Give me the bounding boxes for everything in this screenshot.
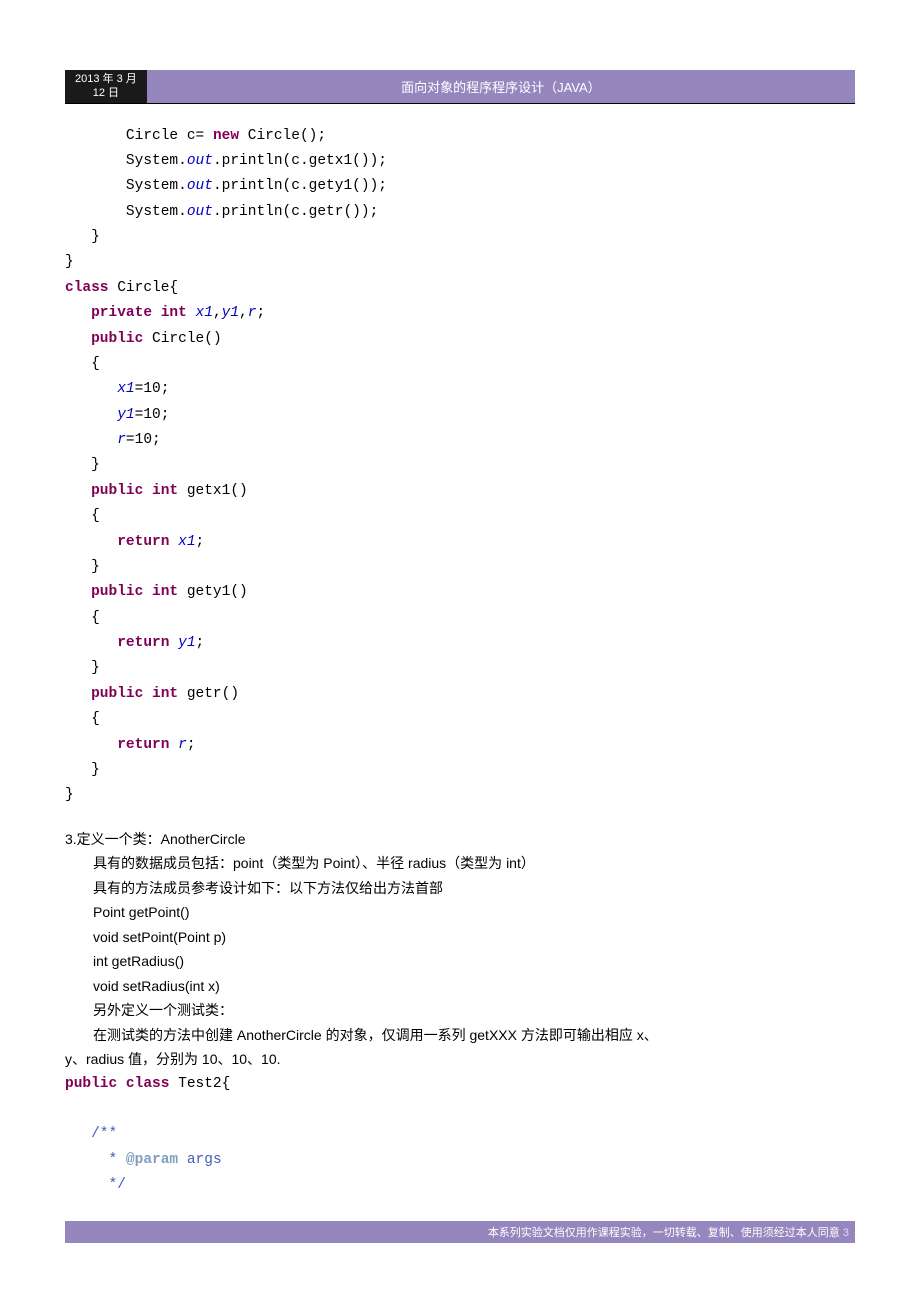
page-footer: 本系列实验文档仅用作课程实验，一切转载、复制、使用须经过本人同意 3 xyxy=(65,1221,855,1243)
problem-description: 3.定义一个类：AnotherCircle 具有的数据成员包括：point（类型… xyxy=(65,827,855,1072)
p6: int getRadius() xyxy=(65,949,855,974)
p9a: 在测试类的方法中创建 AnotherCircle 的对象，仅调用一系列 getX… xyxy=(65,1023,855,1048)
page-header: 2013 年 3 月 12 日 面向对象的程序程序设计（JAVA） xyxy=(65,70,855,104)
p5: void setPoint(Point p) xyxy=(65,925,855,950)
p9b: y、radius 值，分别为 10、10、10. xyxy=(65,1047,855,1072)
code-block-1: Circle c= new Circle(); System.out.print… xyxy=(65,124,855,809)
p8: 另外定义一个测试类： xyxy=(65,998,855,1023)
page-number: 3 xyxy=(840,1227,849,1239)
p3: 具有的方法成员参考设计如下：以下方法仅给出方法首部 xyxy=(65,876,855,901)
p4: Point getPoint() xyxy=(65,900,855,925)
p7: void setRadius(int x) xyxy=(65,974,855,999)
p1: 3.定义一个类：AnotherCircle xyxy=(65,827,855,852)
date-line2: 12 日 xyxy=(75,86,137,100)
date-box: 2013 年 3 月 12 日 xyxy=(65,70,147,103)
doc-title: 面向对象的程序程序设计（JAVA） xyxy=(401,77,601,96)
code-block-2: public class Test2{ /** * @param args */ xyxy=(65,1072,855,1199)
title-bar: 面向对象的程序程序设计（JAVA） xyxy=(147,70,855,103)
date-line1: 2013 年 3 月 xyxy=(75,72,137,86)
p2: 具有的数据成员包括：point（类型为 Point）、半径 radius（类型为… xyxy=(65,851,855,876)
footer-text: 本系列实验文档仅用作课程实验，一切转载、复制、使用须经过本人同意 xyxy=(488,1227,840,1239)
